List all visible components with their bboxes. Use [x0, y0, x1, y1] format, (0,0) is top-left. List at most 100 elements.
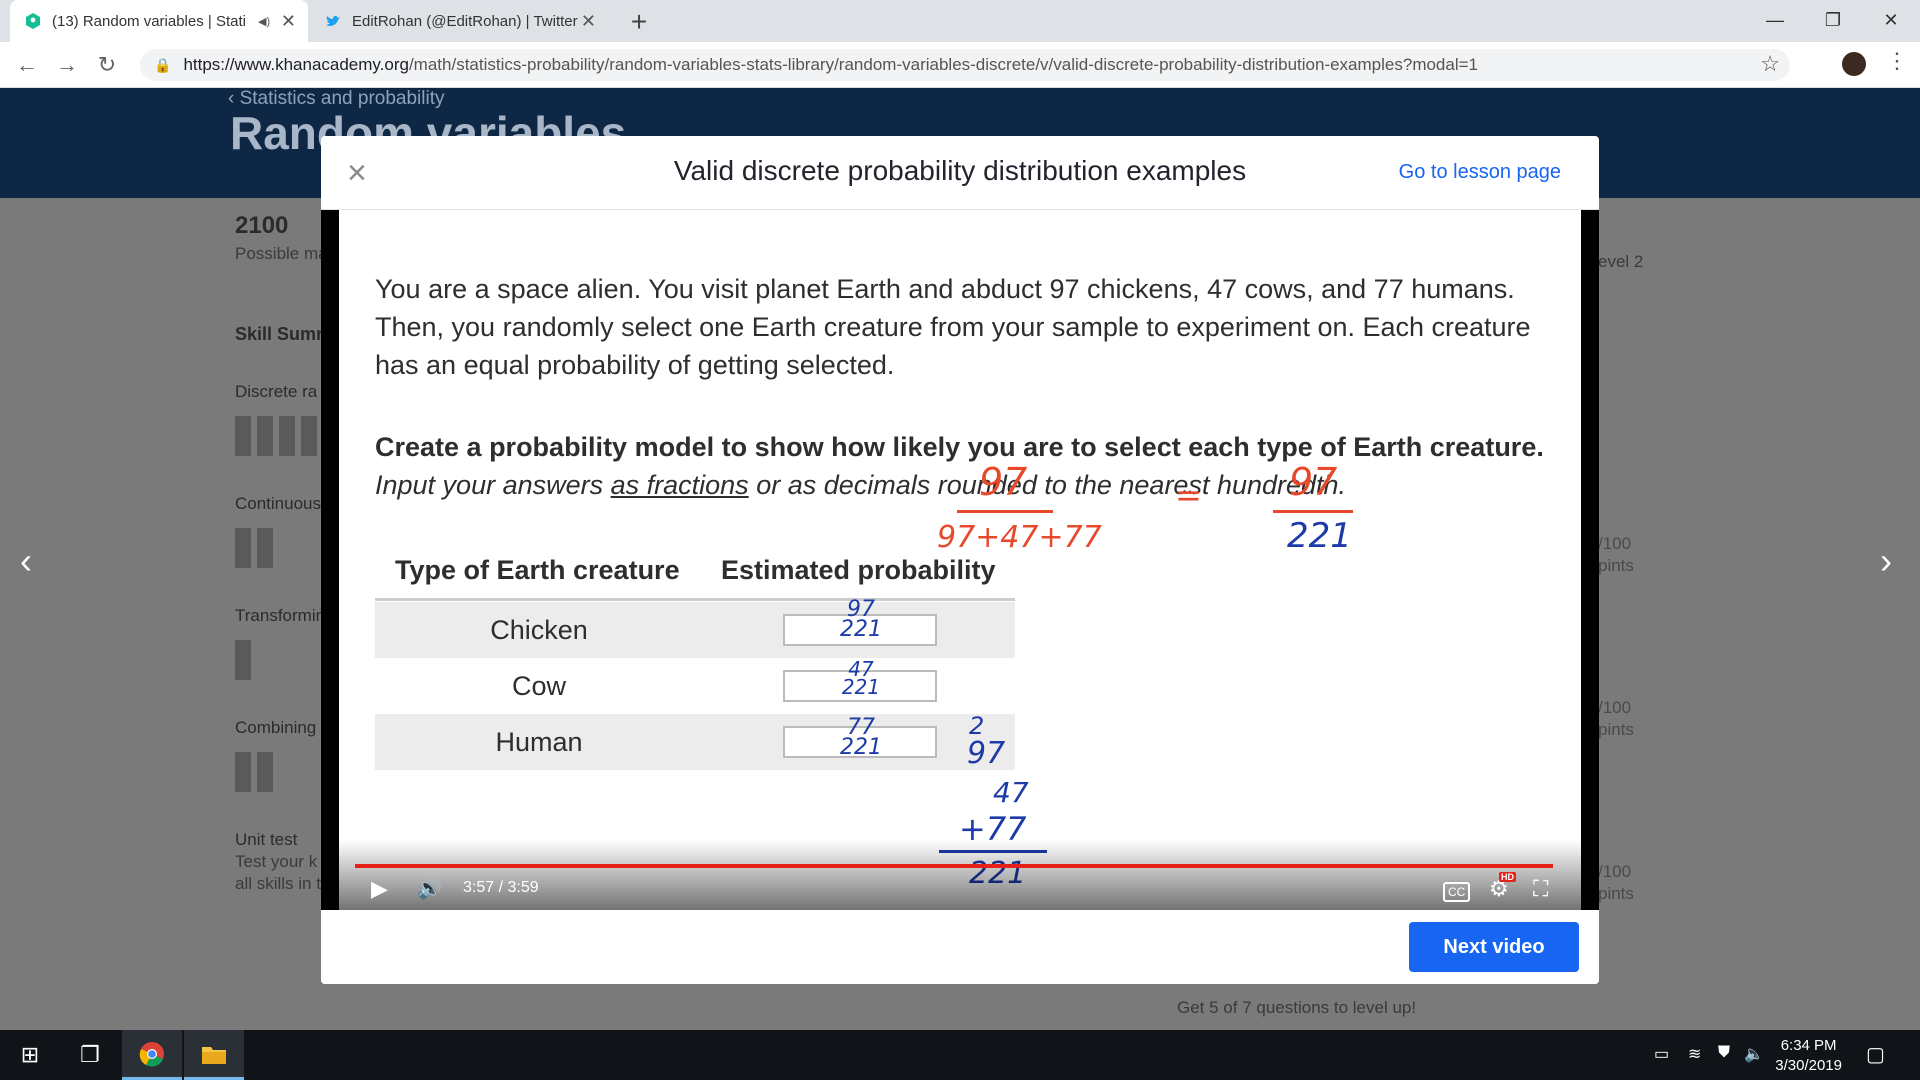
table-row: Human 77 221	[375, 714, 1015, 770]
points-label: /100	[1598, 862, 1632, 881]
mastery-points: 2100	[235, 212, 289, 239]
system-clock[interactable]: 6:34 PM 3/30/2019	[1775, 1036, 1842, 1076]
go-to-lesson-link[interactable]: Go to lesson page	[1399, 161, 1561, 184]
hd-badge: HD	[1499, 872, 1516, 882]
tab-strip: (13) Random variables | Stati ◀) ✕ EditR…	[0, 0, 1920, 42]
clock-time: 6:34 PM	[1780, 1037, 1837, 1054]
skill-item[interactable]: Unit test	[235, 830, 297, 850]
khan-academy-favicon-icon	[24, 12, 42, 30]
volume-icon[interactable]: 🔊	[417, 876, 442, 901]
fullscreen-icon[interactable]: ⛶	[1533, 876, 1548, 902]
video-modal: × Valid discrete probability distributio…	[321, 136, 1599, 984]
instruction-bold: Create a probability model to show how l…	[375, 432, 1544, 462]
tab-twitter[interactable]: EditRohan (@EditRohan) | Twitter ✕	[310, 0, 608, 42]
profile-avatar[interactable]	[1842, 52, 1866, 76]
skill-item[interactable]: Combining	[235, 718, 316, 738]
minimize-button[interactable]: —	[1746, 0, 1804, 40]
restore-button[interactable]: ❐	[1804, 0, 1862, 40]
back-button[interactable]: ←	[12, 50, 42, 80]
video-frame: You are a space alien. You visit planet …	[339, 210, 1581, 910]
modal-footer: Next video	[321, 910, 1599, 984]
notifications-icon[interactable]: ▢	[1866, 1042, 1885, 1067]
level-label: evel 2	[1598, 252, 1644, 271]
twitter-bird-icon	[324, 12, 342, 30]
tab-khan-academy[interactable]: (13) Random variables | Stati ◀) ✕	[10, 0, 308, 42]
handwritten-denominator: 97+47+77	[937, 520, 1102, 555]
row-label: Human	[495, 727, 583, 757]
points-label: pints	[1598, 884, 1634, 903]
close-tab-icon[interactable]: ✕	[281, 11, 296, 32]
browser-toolbar: ← → ↻ 🔒 https://www.khanacademy.org/math…	[0, 42, 1920, 88]
next-video-button[interactable]: Next video	[1409, 922, 1579, 972]
next-video-arrow-icon[interactable]: ›	[1880, 540, 1892, 582]
volume-tray-icon[interactable]: 🔈	[1744, 1044, 1764, 1064]
tab-title: (13) Random variables | Stati	[52, 12, 246, 30]
reload-button[interactable]: ↻	[92, 50, 122, 80]
handwritten-numerator: 97	[979, 460, 1028, 504]
handwritten-result-numerator: 97	[1289, 460, 1338, 504]
url-path: /math/statistics-probability/random-vari…	[408, 55, 1479, 74]
battery-icon[interactable]: ▭	[1654, 1044, 1669, 1064]
video-controls	[321, 840, 1599, 910]
sum-line: 97	[967, 736, 1006, 771]
skill-item[interactable]: Discrete ra	[235, 382, 317, 402]
close-tab-icon[interactable]: ✕	[581, 11, 596, 32]
previous-video-arrow-icon[interactable]: ‹	[20, 540, 32, 582]
address-bar[interactable]: 🔒 https://www.khanacademy.org/math/stati…	[140, 49, 1790, 81]
video-time: 3:57 / 3:59	[463, 879, 539, 896]
windows-taskbar: ⊞ ❐ ▭ ≋ ⛊ 🔈 6:34 PM 3/30/2019 ▢	[0, 1030, 1920, 1080]
video-progress-bar[interactable]	[355, 864, 1553, 868]
handwritten-fraction: 77 221	[840, 715, 882, 760]
problem-text: You are a space alien. You visit planet …	[375, 274, 1531, 380]
table-divider	[375, 598, 1015, 601]
file-explorer-icon[interactable]	[184, 1030, 244, 1080]
play-button-icon[interactable]: ▶	[371, 876, 388, 902]
browser-menu-icon[interactable]: ⋮	[1886, 48, 1908, 74]
handwritten-fraction: 47 221	[841, 657, 881, 699]
windows-start-icon[interactable]: ⊞	[0, 1030, 60, 1080]
table-header: Type of Earth creature	[395, 555, 680, 585]
handwritten-equals: =	[1175, 476, 1202, 514]
points-label: /100	[1598, 698, 1632, 717]
skill-progress-blocks	[235, 416, 323, 456]
table-row: Chicken 97 221	[375, 597, 1015, 658]
level-up-hint: Get 5 of 7 questions to level up!	[1177, 998, 1417, 1017]
row-label: Chicken	[490, 615, 588, 645]
forward-button[interactable]: →	[52, 50, 82, 80]
points-label: /100	[1598, 534, 1632, 553]
close-window-button[interactable]: ✕	[1862, 0, 1920, 40]
table-row: Cow 47 221	[375, 658, 1015, 714]
browser-chrome: (13) Random variables | Stati ◀) ✕ EditR…	[0, 0, 1920, 88]
url-host: https://www.khanacademy.org	[183, 55, 409, 74]
skill-item[interactable]: Transformin	[235, 606, 325, 626]
handwritten-result-denominator: 221	[1287, 516, 1352, 556]
wifi-icon[interactable]: ≋	[1688, 1044, 1701, 1064]
fraction-bar	[1273, 510, 1353, 513]
chrome-taskbar-icon[interactable]	[122, 1030, 182, 1080]
fraction-bar	[957, 510, 1053, 513]
skill-progress-blocks	[235, 528, 279, 568]
bookmark-star-icon[interactable]: ☆	[1760, 51, 1780, 77]
mastery-label: Possible ma	[235, 244, 328, 263]
unit-test-desc: all skills in t	[235, 874, 321, 893]
unit-test-desc: Test your k	[235, 852, 318, 871]
skill-progress-blocks	[235, 640, 257, 680]
lock-icon: 🔒	[154, 56, 172, 73]
points-label: pints	[1598, 556, 1634, 575]
instruction-italic: Input your answers as fractions or as de…	[375, 470, 1347, 500]
points-label: pints	[1598, 720, 1634, 739]
skill-progress-blocks	[235, 752, 279, 792]
audio-playing-icon[interactable]: ◀)	[258, 15, 270, 28]
security-shield-icon[interactable]: ⛊	[1718, 1044, 1730, 1062]
skill-summary-heading: Skill Sumn	[235, 324, 328, 344]
tab-title: EditRohan (@EditRohan) | Twitter	[352, 12, 578, 30]
row-label: Cow	[511, 671, 566, 701]
task-view-icon[interactable]: ❐	[60, 1030, 120, 1080]
skill-item[interactable]: Continuous	[235, 494, 321, 514]
sum-line: 47	[993, 776, 1029, 809]
handwritten-fraction: 97 221	[840, 597, 882, 642]
captions-button[interactable]: CC	[1443, 882, 1471, 902]
video-player[interactable]: You are a space alien. You visit planet …	[321, 210, 1599, 910]
new-tab-button[interactable]: +	[624, 6, 654, 38]
clock-date: 3/30/2019	[1775, 1057, 1842, 1074]
